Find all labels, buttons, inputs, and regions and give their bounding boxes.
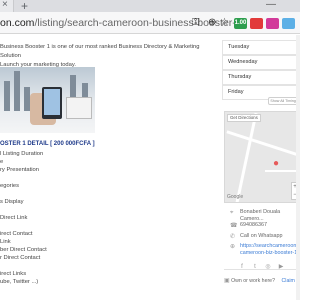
page-content: Business Booster 1 is one of our most ra… [0, 35, 300, 300]
location-map[interactable]: Get Directions ● + − Google [224, 111, 300, 203]
listing-main: Business Booster 1 is one of our most ra… [0, 35, 212, 300]
feature-item: Direct Link [0, 215, 28, 221]
listing-sidebar: Tuesday Wednesday Thursday Friday Show A… [222, 35, 300, 300]
phone-icon: ☎ [230, 223, 238, 229]
feature-item: s Display [0, 199, 24, 205]
new-tab-button[interactable]: + [18, 0, 31, 12]
address-text: Bonaberi Douala Camero... [240, 209, 281, 222]
whatsapp-text[interactable]: Call on Whatsapp [240, 233, 300, 240]
ext-badge-3[interactable] [266, 18, 279, 29]
feature-item: Link [0, 239, 11, 245]
feature-item: ber Direct Contact [0, 247, 47, 253]
ext-badge-1[interactable]: 1.00 [234, 18, 247, 29]
listing-intro: Business Booster 1 is one of our most ra… [0, 43, 200, 70]
bookmark-star-icon[interactable]: ☆ [220, 16, 229, 30]
feature-item: egories [0, 183, 20, 189]
url-host: on.com [0, 17, 35, 29]
key-icon[interactable]: ⚿ [192, 16, 200, 30]
social-links: f t ◎ ▶ [238, 255, 298, 270]
intro-line-1: Business Booster 1 is one of our most ra… [0, 44, 200, 59]
claim-question: Own or work here? [231, 278, 275, 284]
feature-item: irect Links [0, 271, 27, 277]
package-detail-title: OSTER 1 DETAIL [ 200 000FCFA ] [0, 141, 95, 147]
zoom-icon[interactable]: ⊕ [208, 16, 216, 30]
browser-tab[interactable]: × [0, 0, 14, 12]
briefcase-icon: ▣ [224, 278, 230, 284]
get-directions-button[interactable]: Get Directions [227, 114, 261, 122]
claim-listing-row: ▣ Own or work here? Claim N [224, 275, 300, 287]
location-pin-icon: ⌖ [230, 210, 234, 216]
tab-close-icon[interactable]: × [2, 0, 8, 11]
ext-badge-2[interactable] [250, 18, 263, 29]
map-pin-icon: ● [273, 158, 280, 169]
ext-badge-4[interactable] [282, 18, 295, 29]
address-bar[interactable]: on.com/listing/search-cameroon-business-… [0, 12, 300, 34]
feature-item: ube, Twitter ...) [0, 279, 39, 285]
feature-item: r Direct Contact [0, 255, 41, 261]
hours-row-tuesday: Tuesday [222, 40, 300, 55]
browser-toolbar-icons: ⚿ ⊕ ☆ 1.00 [190, 16, 300, 30]
globe-icon: ⊕ [230, 244, 236, 250]
address-row: ⌖ Bonaberi Douala Camero... [224, 209, 300, 223]
whatsapp-icon: ✆ [230, 234, 236, 240]
feature-item: e [0, 159, 4, 165]
feature-item: irect Contact [0, 231, 33, 237]
hours-row-thursday: Thursday [222, 70, 300, 85]
divider [224, 269, 300, 270]
page-scrollbar[interactable] [296, 35, 300, 300]
minimize-icon[interactable]: — [258, 0, 300, 12]
feature-item: ry Presentation [0, 167, 39, 173]
hero-image [0, 67, 95, 133]
browser-tabbar: × + — [0, 0, 300, 12]
hours-row-wednesday: Wednesday [222, 55, 300, 70]
phone-text[interactable]: 694086367 [240, 222, 300, 229]
google-logo: Google [227, 194, 244, 200]
feature-item: l Listing Duration [0, 151, 44, 157]
